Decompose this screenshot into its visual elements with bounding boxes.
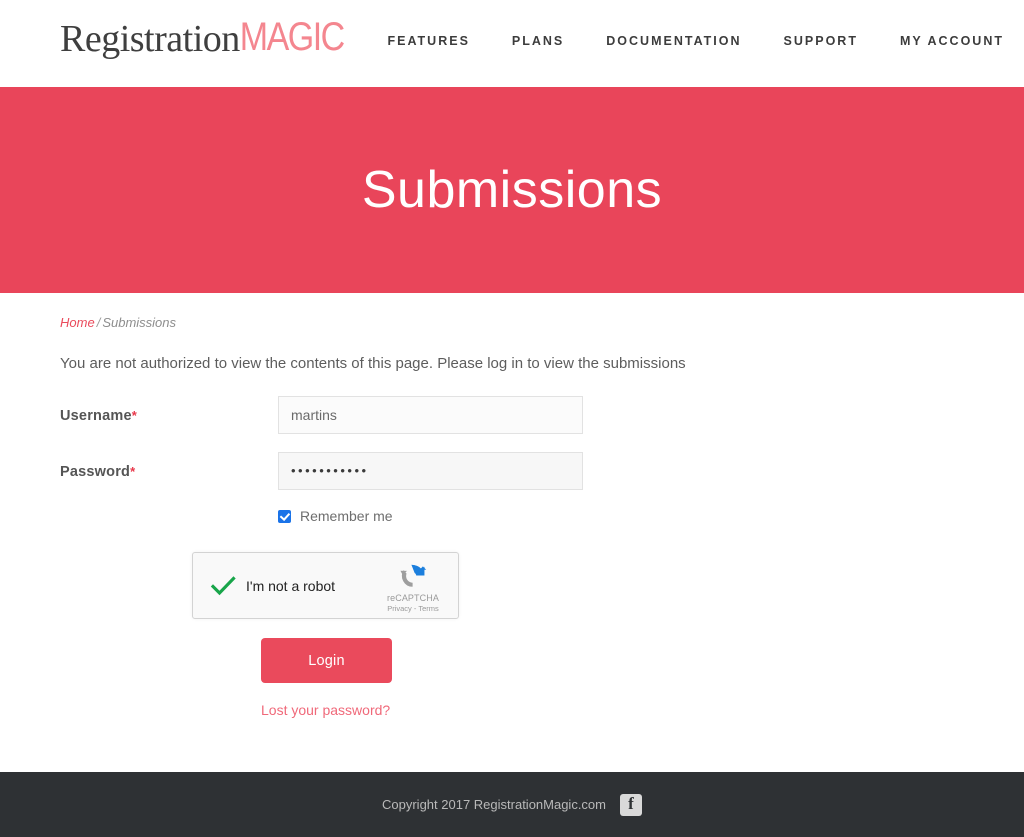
site-header: RegistrationMAGIC FEATURES PLANS DOCUMEN… bbox=[0, 0, 1024, 87]
facebook-glyph: f bbox=[628, 794, 634, 813]
username-label: Username* bbox=[60, 396, 278, 424]
remember-me-row: Remember me bbox=[278, 508, 964, 524]
password-row: Password* ••••••••••• bbox=[60, 452, 964, 490]
login-button[interactable]: Login bbox=[261, 638, 392, 683]
submit-row: Login bbox=[261, 638, 964, 683]
breadcrumb-current: Submissions bbox=[102, 315, 177, 330]
nav-item-support[interactable]: SUPPORT bbox=[784, 34, 858, 48]
hero-banner: Submissions bbox=[0, 87, 1024, 293]
main-navigation: FEATURES PLANS DOCUMENTATION SUPPORT MY … bbox=[387, 34, 1004, 48]
nav-item-plans[interactable]: PLANS bbox=[512, 34, 564, 48]
username-required-mark: * bbox=[131, 408, 137, 423]
remember-me-label[interactable]: Remember me bbox=[300, 508, 393, 524]
password-masked-value: ••••••••••• bbox=[291, 463, 369, 478]
password-label: Password* bbox=[60, 452, 278, 480]
breadcrumb-separator: / bbox=[96, 315, 101, 330]
site-footer: Copyright 2017 RegistrationMagic.com f bbox=[0, 772, 1024, 837]
recaptcha-brand: reCAPTCHA Privacy - Terms bbox=[377, 560, 449, 613]
breadcrumb-home-link[interactable]: Home bbox=[60, 315, 95, 330]
recaptcha-logo-icon bbox=[400, 564, 427, 587]
copyright-text: Copyright 2017 RegistrationMagic.com bbox=[382, 797, 606, 812]
recaptcha-wrapper: I'm not a robot reCAPTCHA Privacy - Term… bbox=[192, 552, 964, 619]
username-row: Username* bbox=[60, 396, 964, 434]
recaptcha-privacy-terms[interactable]: Privacy - Terms bbox=[377, 604, 449, 613]
breadcrumb: Home / Submissions bbox=[60, 293, 964, 330]
remember-me-checkbox[interactable] bbox=[278, 509, 291, 523]
recaptcha-label: I'm not a robot bbox=[246, 577, 336, 594]
lost-password-link[interactable]: Lost your password? bbox=[261, 702, 390, 718]
nav-item-my-account[interactable]: MY ACCOUNT bbox=[900, 34, 1004, 48]
logo-text-magic: MAGIC bbox=[239, 14, 345, 60]
password-input[interactable]: ••••••••••• bbox=[278, 452, 583, 490]
password-label-text: Password bbox=[60, 464, 131, 480]
lost-password-row: Lost your password? bbox=[261, 702, 964, 720]
page-title: Submissions bbox=[361, 161, 663, 219]
logo-text-registration: Registration bbox=[60, 18, 240, 60]
username-input[interactable] bbox=[278, 396, 583, 434]
recaptcha-widget[interactable]: I'm not a robot reCAPTCHA Privacy - Term… bbox=[192, 552, 459, 619]
password-required-mark: * bbox=[130, 464, 136, 479]
authorization-notice: You are not authorized to view the conte… bbox=[60, 355, 686, 372]
username-label-text: Username bbox=[60, 408, 132, 424]
site-logo[interactable]: RegistrationMAGIC bbox=[60, 14, 345, 60]
checkmark-icon bbox=[210, 575, 236, 595]
nav-item-features[interactable]: FEATURES bbox=[387, 34, 469, 48]
page-content: Home / Submissions You are not authorized … bbox=[0, 293, 1024, 772]
recaptcha-brand-name: reCAPTCHA bbox=[387, 593, 439, 603]
login-form: Username* Password* ••••••••••• Remember… bbox=[60, 396, 964, 720]
facebook-icon[interactable]: f bbox=[620, 793, 642, 816]
nav-item-documentation[interactable]: DOCUMENTATION bbox=[606, 34, 741, 48]
